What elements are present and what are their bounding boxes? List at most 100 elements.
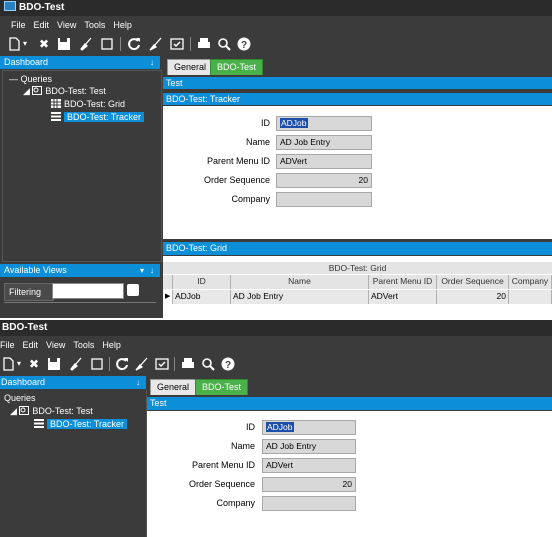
order-sequence-field[interactable]: 20 [276, 173, 372, 188]
filter-icon[interactable] [127, 284, 139, 296]
column-header-id[interactable]: ID [173, 275, 231, 289]
column-header-name[interactable]: Name [231, 275, 369, 289]
order-sequence-label: Order Sequence [188, 479, 255, 489]
id-field[interactable]: ADJob [262, 420, 356, 435]
collapse-icon[interactable]: ▾ [140, 264, 144, 277]
tab-general[interactable]: General [150, 379, 197, 395]
print-preview-icon[interactable] [200, 356, 216, 372]
cell-company[interactable] [509, 290, 552, 304]
check-icon[interactable] [154, 356, 170, 372]
name-label: Name [245, 137, 270, 147]
dashboard-title: Dashboard [1, 377, 46, 387]
eraser-icon[interactable] [148, 36, 164, 52]
tree-node-test[interactable]: ◢ BDO-Test: Test [23, 86, 106, 97]
name-field[interactable]: AD Job Entry [262, 439, 356, 454]
menu-help[interactable]: Help [113, 20, 132, 30]
pin-icon[interactable]: ↓ [150, 56, 154, 69]
tracker-form: ID ADJob Name AD Job Entry Parent Menu I… [163, 106, 552, 239]
parent-menu-id-label: Parent Menu ID [191, 460, 255, 470]
tree-node-queries[interactable]: — Queries [9, 74, 52, 85]
tab-bdo-test[interactable]: BDO-Test [195, 379, 249, 395]
window-title: BDO-Test [2, 322, 48, 333]
dashboard-title: Dashboard [4, 57, 49, 67]
parent-menu-id-field[interactable]: ADVert [262, 458, 356, 473]
print-icon[interactable] [180, 356, 196, 372]
tab-bdo-test[interactable]: BDO-Test [210, 59, 264, 75]
data-grid: BDO-Test: Grid ID Name Parent Menu ID Or… [163, 256, 552, 318]
available-views-panel: Filtering [0, 278, 160, 318]
company-label: Company [231, 194, 270, 204]
refresh-icon[interactable] [114, 356, 130, 372]
svg-text:?: ? [241, 40, 247, 51]
parent-menu-id-label: Parent Menu ID [206, 156, 270, 166]
save-icon[interactable] [46, 356, 62, 372]
print-preview-icon[interactable] [216, 36, 232, 52]
tab-strip: General BDO-Test [163, 56, 552, 76]
pin-icon[interactable]: ↓ [150, 264, 154, 277]
tracker-icon [51, 112, 61, 121]
company-label: Company [216, 498, 255, 508]
tree-node-tracker[interactable]: BDO-Test: Tracker [51, 112, 145, 123]
refresh-icon[interactable] [126, 36, 142, 52]
eraser-icon[interactable] [134, 356, 150, 372]
company-field[interactable] [276, 192, 372, 207]
cell-order[interactable]: 20 [437, 290, 509, 304]
blank-icon[interactable] [89, 356, 105, 372]
column-header-company[interactable]: Company [509, 275, 552, 289]
menu-file[interactable]: File [0, 340, 15, 350]
column-header-order[interactable]: Order Sequence [437, 275, 509, 289]
save-icon[interactable] [56, 36, 72, 52]
blank-icon[interactable] [99, 36, 115, 52]
tracker-form: ID ADJob Name AD Job Entry Parent Menu I… [147, 411, 552, 537]
delete-icon[interactable]: ✖ [26, 356, 42, 372]
available-views-header: Available Views ▾ ↓ [0, 264, 160, 277]
name-label: Name [230, 441, 255, 451]
tree-node-grid[interactable]: BDO-Test: Grid [51, 99, 125, 110]
tab-general[interactable]: General [167, 59, 214, 75]
name-field[interactable]: AD Job Entry [276, 135, 372, 150]
clear-icon[interactable] [68, 356, 84, 372]
section-grid-header: BDO-Test: Grid [163, 242, 552, 255]
menu-tools[interactable]: Tools [84, 20, 105, 30]
order-sequence-label: Order Sequence [203, 175, 270, 185]
toolbar: ▾ ✖ ? [0, 33, 552, 55]
cell-id[interactable]: ADJob [173, 290, 231, 304]
available-views-title: Available Views [4, 265, 67, 275]
menu-help[interactable]: Help [102, 340, 121, 350]
tree-node-tracker[interactable]: BDO-Test: Tracker [34, 419, 128, 430]
clear-icon[interactable] [78, 36, 94, 52]
order-sequence-field[interactable]: 20 [262, 477, 356, 492]
filter-input[interactable] [52, 283, 124, 299]
dashboard-header: Dashboard ↓ [0, 56, 160, 69]
menu-file[interactable]: File [11, 20, 26, 30]
id-field[interactable]: ADJob [276, 116, 372, 131]
menu-tools[interactable]: Tools [73, 340, 94, 350]
tree-node-queries[interactable]: Queries [4, 393, 36, 404]
dropdown-icon[interactable]: ▾ [14, 356, 24, 372]
menu-view[interactable]: View [57, 20, 76, 30]
cell-name[interactable]: AD Job Entry [231, 290, 369, 304]
help-icon[interactable]: ? [220, 356, 236, 372]
cell-parent[interactable]: ADVert [369, 290, 437, 304]
id-label: ID [261, 118, 270, 128]
company-field[interactable] [262, 496, 356, 511]
print-icon[interactable] [196, 36, 212, 52]
pin-icon[interactable]: ↓ [136, 376, 140, 389]
section-test-header: Test [163, 77, 552, 89]
filtering-label: Filtering [4, 283, 54, 301]
delete-icon[interactable]: ✖ [36, 36, 52, 52]
query-tree: — Queries ◢ BDO-Test: Test BDO-Test: Gri… [2, 70, 162, 262]
query-icon [19, 406, 30, 415]
column-header-parent[interactable]: Parent Menu ID [369, 275, 437, 289]
menu-edit[interactable]: Edit [34, 20, 50, 30]
menu-edit[interactable]: Edit [23, 340, 39, 350]
parent-menu-id-field[interactable]: ADVert [276, 154, 372, 169]
svg-text:?: ? [225, 360, 231, 371]
tree-node-test[interactable]: ◢ BDO-Test: Test [10, 406, 93, 417]
menu-view[interactable]: View [46, 340, 65, 350]
help-icon[interactable]: ? [236, 36, 252, 52]
app-icon [4, 1, 16, 11]
dropdown-icon[interactable]: ▾ [20, 36, 30, 52]
check-icon[interactable] [169, 36, 185, 52]
section-tracker-header: BDO-Test: Tracker [163, 93, 552, 105]
